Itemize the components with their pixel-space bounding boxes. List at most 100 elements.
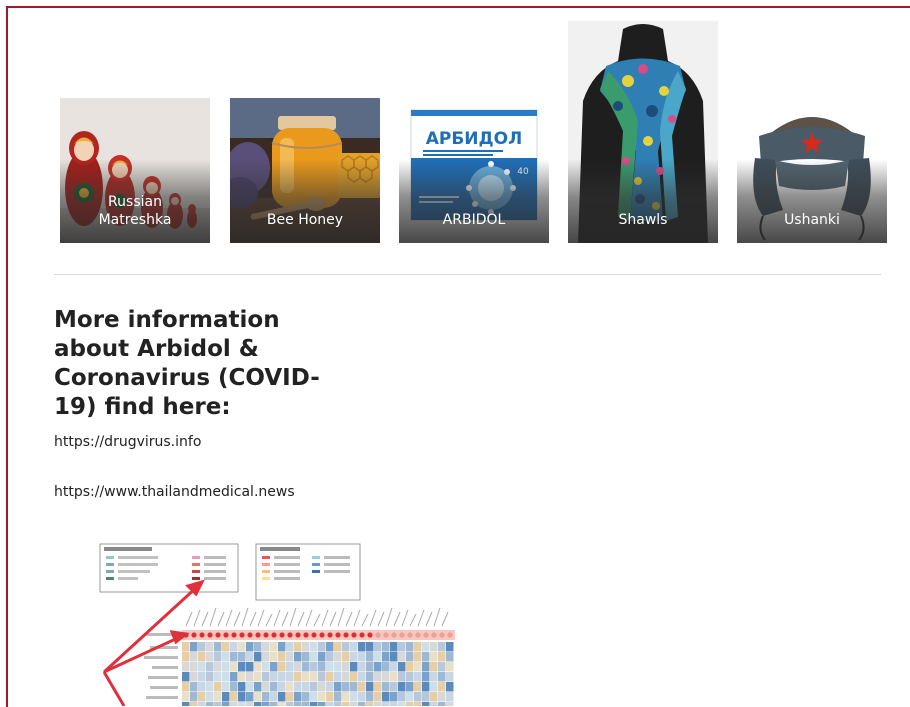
heatmap-cell — [366, 692, 374, 702]
heatmap-cell — [254, 662, 262, 672]
heatmap-cell — [254, 642, 262, 652]
heatmap-cell — [398, 682, 406, 692]
heatmap-cell — [374, 702, 382, 706]
tile-shawls[interactable]: Shawls — [568, 21, 718, 243]
row-marker — [375, 632, 381, 638]
heatmap-cell — [182, 682, 190, 692]
heatmap-cell — [286, 652, 294, 662]
heatmap-cell — [390, 682, 398, 692]
heatmap-cell — [222, 662, 230, 672]
heatmap-cell — [270, 702, 278, 706]
heatmap-cell — [318, 662, 326, 672]
row-marker — [423, 632, 429, 638]
heatmap-cell — [230, 692, 238, 702]
heatmap-cell — [230, 702, 238, 706]
heatmap-cell — [422, 692, 430, 702]
heatmap-cell — [222, 652, 230, 662]
heatmap-cell — [270, 662, 278, 672]
section-divider — [54, 274, 881, 275]
heatmap-cell — [414, 642, 422, 652]
heatmap-cell — [270, 642, 278, 652]
row-marker — [359, 632, 365, 638]
heatmap-cell — [398, 702, 406, 706]
heatmap-cell — [206, 652, 214, 662]
heatmap-cell — [334, 672, 342, 682]
heatmap-cell — [222, 682, 230, 692]
heatmap-cell — [406, 692, 414, 702]
tile-russian-matreshka[interactable]: Russian Matreshka — [60, 98, 210, 243]
heatmap-cell — [358, 702, 366, 706]
heatmap-cell — [446, 652, 454, 662]
heatmap-cell — [278, 662, 286, 672]
heatmap-cell — [326, 692, 334, 702]
tile-arbidol[interactable]: АРБИДОЛ 40 ARBIDOL — [399, 98, 549, 243]
heatmap-cell — [422, 682, 430, 692]
tile-bee-honey[interactable]: Bee Honey — [230, 98, 380, 243]
heatmap-cell — [262, 702, 270, 706]
heatmap-cell — [278, 692, 286, 702]
heatmap-cell — [198, 702, 206, 706]
heatmap-cell — [318, 672, 326, 682]
heatmap-cell — [382, 692, 390, 702]
heatmap-cell — [302, 662, 310, 672]
heatmap-cell — [446, 682, 454, 692]
heatmap-cell — [382, 682, 390, 692]
heatmap-cell — [310, 702, 318, 706]
heatmap-cell — [334, 692, 342, 702]
heatmap-cell — [334, 702, 342, 706]
heatmap-cell — [254, 702, 262, 706]
tile-shade — [230, 158, 380, 243]
tile-caption: Ushanki — [784, 212, 840, 228]
row-marker — [199, 632, 205, 638]
heatmap-cell — [262, 642, 270, 652]
heatmap-cell — [310, 692, 318, 702]
row-marker — [311, 632, 317, 638]
heatmap-cell — [238, 672, 246, 682]
link-drugvirus[interactable]: https://drugvirus.info — [54, 434, 201, 450]
heatmap-cell — [302, 652, 310, 662]
heatmap-image — [90, 538, 455, 706]
row-marker — [351, 632, 357, 638]
heatmap-cell — [214, 692, 222, 702]
link-thailandmedical[interactable]: https://www.thailandmedical.news — [54, 484, 295, 500]
heatmap-cell — [302, 682, 310, 692]
heatmap-cell — [318, 652, 326, 662]
box-brand: АРБИДОЛ — [426, 129, 523, 149]
heatmap-cell — [206, 692, 214, 702]
heatmap-cell — [406, 702, 414, 706]
heatmap-cell — [438, 662, 446, 672]
heatmap-cell — [406, 662, 414, 672]
category-tiles: Russian Matreshka Bee Honey АРБИДОЛ ARBI… — [54, 21, 887, 243]
row-marker — [215, 632, 221, 638]
heatmap-cell — [246, 692, 254, 702]
heatmap-cell — [238, 642, 246, 652]
heatmap-cell — [446, 702, 454, 706]
row-marker — [383, 632, 389, 638]
heatmap-cell — [206, 682, 214, 692]
heatmap-cell — [190, 702, 198, 706]
heatmap-cell — [358, 652, 366, 662]
heatmap-cell — [222, 702, 230, 706]
heatmap-cell — [366, 652, 374, 662]
tile-ushanki[interactable]: Ushanki — [737, 98, 887, 243]
tile-caption: Shawls — [618, 212, 668, 228]
heatmap-cell — [310, 682, 318, 692]
heatmap-cell — [190, 652, 198, 662]
tile-shade — [568, 158, 718, 243]
heatmap-cell — [286, 662, 294, 672]
heatmap-cell — [406, 652, 414, 662]
heatmap-cell — [438, 652, 446, 662]
heatmap-cell — [342, 652, 350, 662]
heatmap-cell — [270, 652, 278, 662]
heatmap-cell — [246, 702, 254, 706]
row-marker — [327, 632, 333, 638]
heatmap-cell — [382, 662, 390, 672]
heatmap-cell — [422, 702, 430, 706]
heatmap-cell — [390, 692, 398, 702]
tile-caption: ARBIDOL — [442, 212, 506, 228]
heatmap-cell — [182, 692, 190, 702]
heatmap-cell — [334, 642, 342, 652]
heatmap-cell — [438, 642, 446, 652]
heatmap-cell — [302, 642, 310, 652]
row-marker — [439, 632, 445, 638]
